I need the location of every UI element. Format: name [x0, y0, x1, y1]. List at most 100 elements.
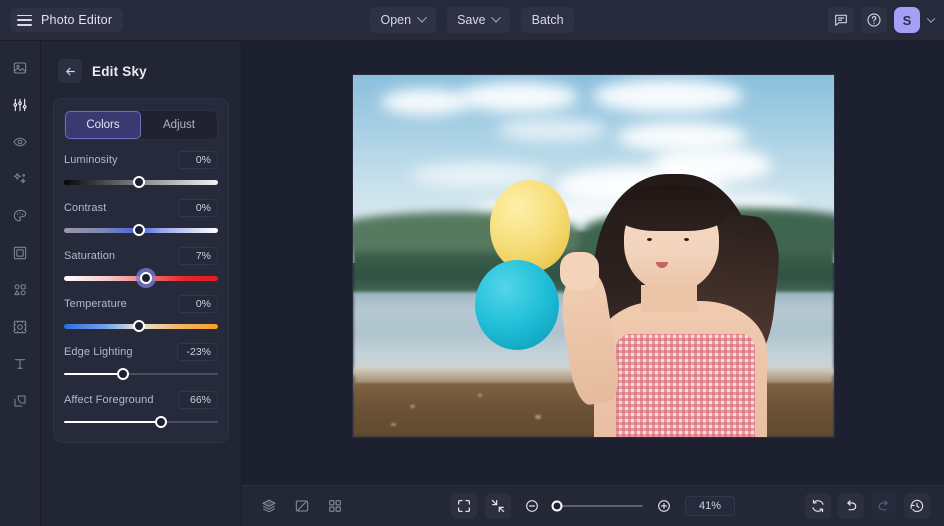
fit-to-screen-button[interactable]: [451, 493, 477, 519]
photo-preview[interactable]: [353, 75, 834, 437]
main-body: Edit Sky Colors Adjust Luminosity 0%: [0, 41, 944, 526]
image-icon: [12, 60, 28, 76]
slider-track-area[interactable]: [64, 320, 218, 332]
help-button[interactable]: [861, 7, 887, 33]
slider-affect-foreground: Affect Foreground 66%: [64, 391, 218, 428]
eye-retouch-icon: [12, 134, 28, 150]
cloud: [593, 79, 743, 113]
chat-bubble-icon: [833, 12, 849, 28]
tool-text[interactable]: [6, 349, 35, 378]
canvas-area[interactable]: [242, 41, 944, 485]
redo-button[interactable]: [871, 493, 897, 519]
back-button[interactable]: [58, 59, 82, 83]
hamburger-icon: [17, 15, 32, 26]
zoom-slider-thumb[interactable]: [551, 501, 562, 512]
reset-button[interactable]: [805, 493, 831, 519]
layers-button[interactable]: [256, 493, 282, 519]
slider-track-area[interactable]: [64, 224, 218, 236]
slider-thumb[interactable]: [140, 272, 152, 284]
slider-thumb[interactable]: [117, 368, 129, 380]
slider-value-input[interactable]: 66%: [178, 391, 218, 409]
balloon-cyan: [475, 260, 559, 350]
tool-image[interactable]: [6, 53, 35, 82]
crop-transform-icon: [12, 319, 28, 335]
layers-icon: [261, 498, 277, 514]
frame-icon: [12, 245, 28, 261]
chevron-down-icon: [417, 12, 427, 22]
chevron-down-icon: [491, 12, 501, 22]
slider-value-input[interactable]: 0%: [178, 151, 218, 169]
tool-effects[interactable]: [6, 164, 35, 193]
tab-adjust[interactable]: Adjust: [141, 111, 217, 139]
tool-color[interactable]: [6, 201, 35, 230]
app-menu-button[interactable]: Photo Editor: [10, 8, 123, 32]
slider-value-input[interactable]: 0%: [178, 295, 218, 313]
page-title: Edit Sky: [92, 64, 147, 79]
slider-saturation: Saturation 7%: [64, 247, 218, 284]
slider-track-area[interactable]: [64, 416, 218, 428]
zoom-out-icon: [524, 498, 540, 514]
slider-thumb[interactable]: [133, 224, 145, 236]
photo-editor-app: Photo Editor Open Save Batch: [0, 0, 944, 526]
compare-before-after-icon: [294, 498, 310, 514]
zoom-slider[interactable]: [553, 505, 643, 507]
chevron-down-icon[interactable]: [927, 14, 935, 22]
open-button[interactable]: Open: [369, 7, 436, 33]
slider-thumb[interactable]: [155, 416, 167, 428]
slider-track-area[interactable]: [64, 272, 218, 284]
slider-track-area[interactable]: [64, 368, 218, 380]
zoom-in-button[interactable]: [651, 493, 677, 519]
slider-label: Contrast: [64, 202, 106, 214]
compare-button[interactable]: [289, 493, 315, 519]
tool-frame[interactable]: [6, 238, 35, 267]
tool-layers[interactable]: [6, 386, 35, 415]
feedback-button[interactable]: [828, 7, 854, 33]
batch-button-label: Batch: [532, 13, 564, 27]
bottom-toolbar: 41%: [242, 485, 944, 526]
history-icon: [909, 498, 925, 514]
slider-label: Temperature: [64, 298, 127, 310]
slider-value-input[interactable]: 0%: [178, 199, 218, 217]
tool-crop[interactable]: [6, 312, 35, 341]
shapes-icon: [12, 282, 28, 298]
save-button-label: Save: [457, 13, 486, 27]
grid-view-button[interactable]: [322, 493, 348, 519]
layers-stack-icon: [12, 393, 28, 409]
photo-person: [555, 166, 834, 438]
panel-header: Edit Sky: [41, 41, 241, 86]
save-button[interactable]: Save: [446, 7, 511, 33]
undo-button[interactable]: [838, 493, 864, 519]
zoom-out-button[interactable]: [519, 493, 545, 519]
slider-luminosity: Luminosity 0%: [64, 151, 218, 188]
adjust-sliders-icon: [12, 97, 28, 113]
actual-size-button[interactable]: [485, 493, 511, 519]
slider-thumb[interactable]: [133, 320, 145, 332]
tool-adjust[interactable]: [6, 90, 35, 119]
app-title: Photo Editor: [41, 13, 112, 27]
history-button[interactable]: [904, 493, 930, 519]
arrow-left-icon: [64, 65, 77, 78]
history-controls: [805, 493, 930, 519]
tab-colors[interactable]: Colors: [65, 111, 141, 139]
slider-track: [64, 373, 218, 375]
panel-tabs: Colors Adjust: [64, 110, 218, 140]
reset-refresh-icon: [810, 498, 826, 514]
batch-button[interactable]: Batch: [521, 7, 575, 33]
tool-shapes[interactable]: [6, 275, 35, 304]
palette-icon: [12, 208, 28, 224]
avatar[interactable]: S: [894, 7, 920, 33]
open-button-label: Open: [380, 13, 411, 27]
slider-value-input[interactable]: -23%: [177, 343, 218, 361]
account-actions-group: S: [828, 7, 934, 33]
tool-rail: [0, 41, 41, 526]
slider-value-input[interactable]: 7%: [178, 247, 218, 265]
zoom-controls: 41%: [451, 493, 735, 519]
collapse-arrows-icon: [490, 498, 506, 514]
tool-retouch[interactable]: [6, 127, 35, 156]
slider-track-area[interactable]: [64, 176, 218, 188]
slider-label: Saturation: [64, 250, 115, 262]
fit-to-screen-icon: [456, 498, 472, 514]
zoom-level-input[interactable]: 41%: [685, 496, 735, 516]
undo-icon: [843, 498, 859, 514]
slider-thumb[interactable]: [133, 176, 145, 188]
